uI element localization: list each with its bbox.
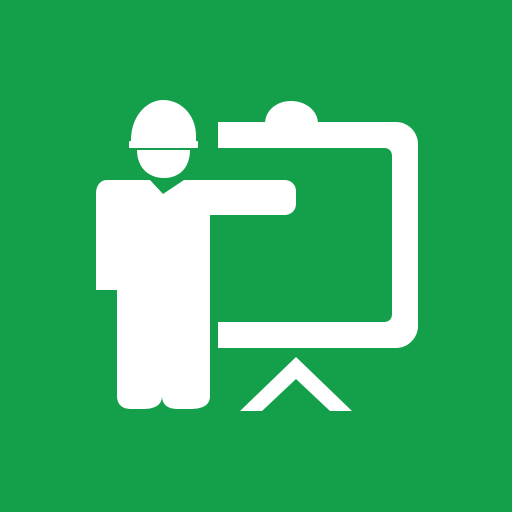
green-background (0, 0, 512, 512)
safety-training-presentation-icon (0, 0, 512, 512)
safety-training-icon-tile (0, 0, 512, 512)
